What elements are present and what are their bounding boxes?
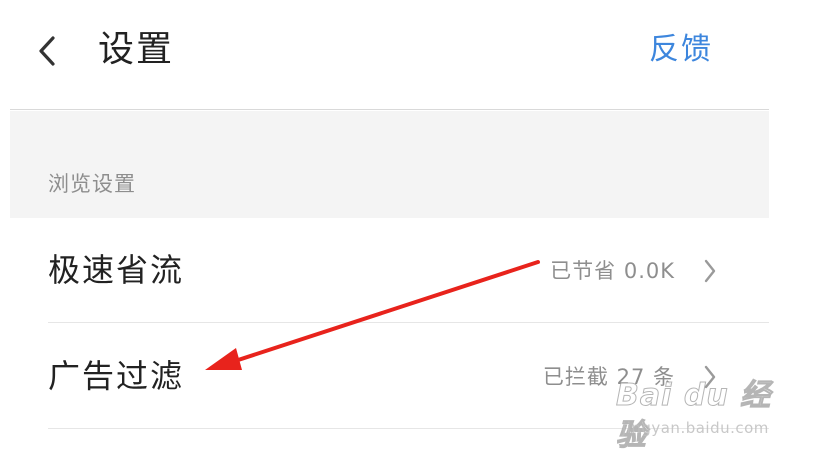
settings-panel: 设置 反馈 浏览设置 极速省流 已节省 0.0K 广告过滤 已拦截 27 条 bbox=[10, 0, 769, 455]
setting-value: 已拦截 27 条 bbox=[542, 365, 675, 389]
top-bar: 设置 反馈 bbox=[10, 0, 769, 110]
setting-row-ad-filter[interactable]: 广告过滤 已拦截 27 条 bbox=[10, 324, 769, 429]
section-label: 浏览设置 bbox=[48, 172, 136, 196]
setting-row-data-saver[interactable]: 极速省流 已节省 0.0K bbox=[10, 218, 769, 323]
feedback-button[interactable]: 反馈 bbox=[649, 28, 713, 72]
back-button[interactable] bbox=[36, 34, 60, 68]
section-header-browse: 浏览设置 bbox=[10, 111, 769, 218]
setting-value: 已节省 0.0K bbox=[550, 259, 675, 283]
chevron-right-icon bbox=[703, 364, 717, 390]
setting-label: 广告过滤 bbox=[48, 357, 185, 395]
chevron-right-icon bbox=[703, 258, 717, 284]
setting-label: 极速省流 bbox=[48, 251, 185, 289]
chevron-left-icon bbox=[39, 36, 55, 66]
screen: 设置 反馈 浏览设置 极速省流 已节省 0.0K 广告过滤 已拦截 27 条 B… bbox=[0, 0, 813, 455]
row-divider bbox=[48, 322, 769, 323]
page-title: 设置 bbox=[98, 29, 175, 70]
row-divider bbox=[48, 428, 769, 429]
